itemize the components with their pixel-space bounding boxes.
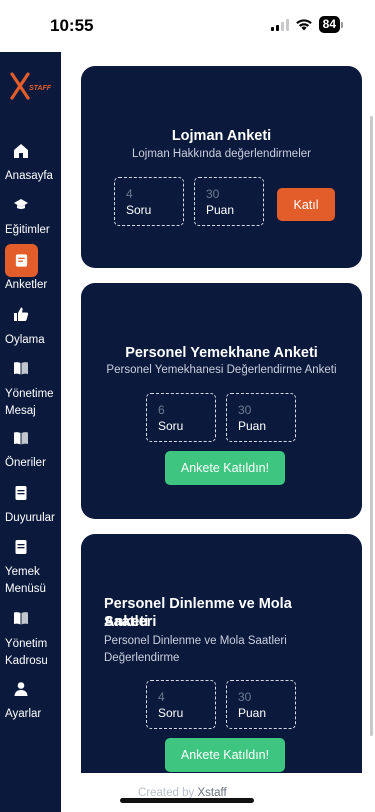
points-box: 30 Puan — [226, 680, 296, 729]
sidebar-item-label-line1: Yönetime — [5, 388, 54, 400]
sidebar-item-oneriler[interactable]: Öneriler — [0, 429, 61, 474]
signal-icon — [270, 18, 289, 31]
logo-text: STAFF — [29, 85, 52, 92]
survey-icon — [5, 244, 38, 277]
sidebar-item-anketler[interactable]: Anketler — [0, 244, 61, 296]
sidebar-item-yonetim-kadrosu[interactable]: Yönetim Kadrosu — [0, 609, 61, 671]
sidebar-item-duyurular[interactable]: Duyurular — [0, 484, 61, 529]
sidebar-item-label: Oylama — [5, 334, 45, 346]
survey-subtitle-line1: Personel Dinlenme ve Mola Saatleri — [104, 635, 287, 647]
status-bar: 10:55 84 — [0, 0, 375, 52]
battery-icon: 84 — [318, 16, 343, 33]
home-indicator[interactable] — [120, 798, 254, 803]
question-label: Soru — [158, 419, 184, 433]
points-box: 30 Puan — [226, 393, 296, 442]
footer: Created by Xstaff — [61, 773, 375, 812]
question-label: Soru — [126, 203, 152, 217]
book-icon — [12, 429, 30, 447]
sidebar-item-label: Duyurular — [5, 512, 55, 524]
points-label: Puan — [238, 419, 267, 433]
survey-card: Lojman Anketi Lojman Hakkında değerlendi… — [81, 66, 362, 268]
sidebar-item-label-line2: Mesaj — [5, 405, 36, 417]
sidebar-item-label: Anketler — [5, 279, 48, 291]
sidebar-item-ayarlar[interactable]: Ayarlar — [0, 680, 61, 725]
sidebar-item-label-line2: Kadrosu — [5, 655, 48, 667]
sidebar-item-label: Anasayfa — [5, 170, 53, 182]
sidebar-item-anasayfa[interactable]: Anasayfa — [0, 142, 61, 192]
sidebar-item-oylama[interactable]: Oylama — [0, 305, 61, 350]
survey-completed-button[interactable]: Ankete Katıldın! — [165, 738, 285, 772]
points-label: Puan — [206, 203, 235, 217]
user-icon — [12, 680, 30, 698]
thumbs-up-icon — [12, 305, 30, 323]
home-icon — [12, 142, 30, 160]
sidebar-item-label: Eğitimler — [5, 224, 50, 236]
sidebar-item-label-line1: Yemek — [5, 566, 40, 578]
battery-level: 84 — [318, 16, 340, 33]
sidebar-item-label: Ayarlar — [5, 708, 42, 720]
book-icon — [12, 359, 30, 377]
scroll-indicator[interactable] — [370, 116, 373, 736]
points-label: Puan — [238, 706, 267, 720]
sidebar-item-label-line2: Menüsü — [5, 583, 46, 595]
survey-completed-button[interactable]: Ankete Katıldın! — [165, 451, 285, 485]
question-count-box: 6 Soru — [146, 393, 216, 442]
survey-subtitle: Lojman Hakkında değerlendirmeler — [132, 148, 311, 160]
wifi-icon — [295, 19, 312, 31]
sidebar-item-egitimler[interactable]: Eğitimler — [0, 195, 61, 245]
status-time: 10:55 — [50, 16, 94, 35]
question-count: 4 — [126, 187, 133, 201]
document-icon — [12, 484, 30, 502]
points-count: 30 — [238, 690, 252, 704]
question-count-box: 4 Soru — [146, 680, 216, 729]
sidebar-item-yonetime-mesaj[interactable]: Yönetime Mesaj — [0, 359, 61, 421]
sidebar: STAFF Anasayfa Eğitimler Anketler Oylama… — [0, 52, 61, 812]
points-count: 30 — [238, 403, 252, 417]
sidebar-item-label-line1: Yönetim — [5, 638, 48, 650]
points-box: 30 Puan — [194, 177, 264, 226]
points-count: 30 — [206, 187, 220, 201]
status-icons: 84 — [270, 16, 343, 33]
graduation-cap-icon — [12, 195, 30, 213]
document-icon — [12, 538, 30, 556]
question-label: Soru — [158, 706, 184, 720]
sidebar-item-label: Öneriler — [5, 457, 46, 469]
survey-title-line2: Anketi — [104, 614, 149, 630]
question-count: 4 — [158, 690, 165, 704]
survey-subtitle: Personel Yemekhanesi Değerlendirme Anket… — [106, 364, 337, 376]
survey-card: Personel Yemekhane Anketi Personel Yemek… — [81, 283, 362, 519]
sidebar-item-yemek-menusu[interactable]: Yemek Menüsü — [0, 538, 61, 600]
xstaff-logo: STAFF — [10, 72, 52, 100]
survey-card: Personel Dinlenme ve Mola Saatleri Anket… — [81, 534, 362, 794]
survey-title: Personel Yemekhane Anketi — [125, 345, 318, 361]
question-count: 6 — [158, 403, 165, 417]
survey-title: Lojman Anketi — [171, 128, 272, 144]
join-survey-button[interactable]: Katıl — [277, 188, 335, 221]
question-count-box: 4 Soru — [114, 177, 184, 226]
survey-subtitle-line2: Değerlendirme — [104, 652, 180, 664]
book-icon — [12, 609, 30, 627]
surveys-list: Lojman Anketi Lojman Hakkında değerlendi… — [61, 52, 375, 812]
